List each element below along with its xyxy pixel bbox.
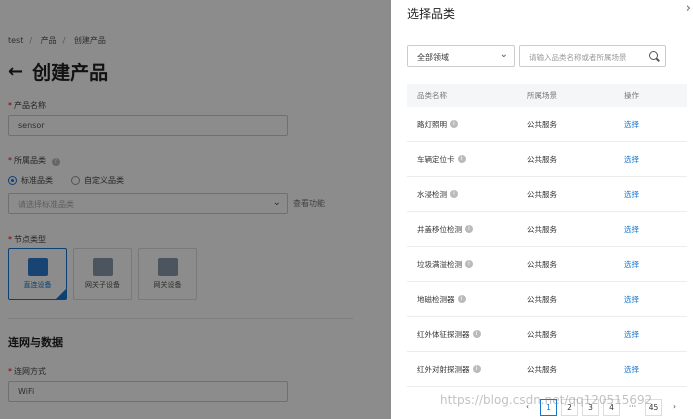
scene-cell: 公共服务 — [527, 329, 557, 339]
select-link[interactable]: 选择 — [624, 259, 684, 270]
table-header: 品类名称 所属场景 操作 — [407, 84, 687, 107]
scene-cell: 公共服务 — [527, 119, 557, 129]
table-row: 红外体征探测器 i 公共服务 选择 — [407, 317, 687, 352]
table-row: 路灯照明 i 公共服务 选择 — [407, 107, 687, 142]
column-header: 操作 — [624, 91, 639, 100]
table-row: 红外对射探测器 i 公共服务 选择 — [407, 352, 687, 387]
category-drawer: 选择品类 › 全部领域 ⌄ 请输入品类名称或者所属场景 品类名称 所属场景 操作 … — [391, 0, 693, 419]
table-row: 水浸检测 i 公共服务 选择 — [407, 177, 687, 212]
category-name: 井盖移位检测 — [417, 224, 462, 234]
modal-overlay[interactable] — [0, 0, 391, 419]
column-header: 所属场景 — [527, 91, 557, 100]
select-link[interactable]: 选择 — [624, 364, 684, 375]
table-row: 井盖移位检测 i 公共服务 选择 — [407, 212, 687, 247]
select-link[interactable]: 选择 — [624, 154, 684, 165]
scene-cell: 公共服务 — [527, 224, 557, 234]
select-link[interactable]: 选择 — [624, 294, 684, 305]
domain-select[interactable]: 全部领域 ⌄ — [407, 45, 515, 67]
category-name: 水浸检测 — [417, 189, 447, 199]
scene-cell: 公共服务 — [527, 259, 557, 269]
category-name-cell: 红外体征探测器 i — [407, 329, 527, 340]
info-icon[interactable]: i — [457, 295, 466, 303]
table-row: 地磁检测器 i 公共服务 选择 — [407, 282, 687, 317]
scene-cell: 公共服务 — [527, 189, 557, 199]
category-name: 车辆定位卡 — [417, 154, 455, 164]
info-icon[interactable]: i — [465, 260, 473, 268]
category-name: 红外对射探测器 — [417, 364, 470, 374]
category-name-cell: 红外对射探测器 i — [407, 364, 527, 375]
search-icon[interactable] — [649, 51, 658, 60]
category-name-cell: 井盖移位检测 i — [407, 224, 527, 235]
info-icon[interactable]: i — [472, 365, 481, 373]
category-table: 品类名称 所属场景 操作 路灯照明 i 公共服务 选择 车辆定位卡 i 公共服务 选择 水浸检测… — [407, 84, 687, 387]
select-link[interactable]: 选择 — [624, 119, 684, 130]
select-link[interactable]: 选择 — [624, 329, 684, 340]
select-link[interactable]: 选择 — [624, 189, 684, 200]
category-name-cell: 地磁检测器 i — [407, 294, 527, 305]
category-name: 地磁检测器 — [417, 294, 455, 304]
info-icon[interactable]: i — [465, 225, 473, 233]
info-icon[interactable]: i — [450, 120, 458, 128]
scene-cell: 公共服务 — [527, 364, 557, 374]
category-name-cell: 车辆定位卡 i — [407, 154, 527, 165]
close-icon[interactable]: › — [686, 1, 691, 16]
drawer-title: 选择品类 — [407, 7, 456, 21]
scene-cell: 公共服务 — [527, 154, 557, 164]
category-name-cell: 垃圾满溢检测 i — [407, 259, 527, 270]
scene-cell: 公共服务 — [527, 294, 557, 304]
column-header: 品类名称 — [417, 91, 447, 100]
next-page-icon[interactable]: › — [666, 399, 683, 416]
watermark: https://blog.csdn.net/qq120515692 — [440, 393, 653, 407]
info-icon[interactable]: i — [450, 190, 458, 198]
info-icon[interactable]: i — [457, 155, 466, 163]
select-link[interactable]: 选择 — [624, 224, 684, 235]
category-name-cell: 路灯照明 i — [407, 119, 527, 130]
category-name: 红外体征探测器 — [417, 329, 470, 339]
category-name-cell: 水浸检测 i — [407, 189, 527, 200]
category-name: 垃圾满溢检测 — [417, 259, 462, 269]
info-icon[interactable]: i — [472, 330, 481, 338]
chevron-down-icon: ⌄ — [499, 49, 508, 60]
search-input[interactable]: 请输入品类名称或者所属场景 — [519, 45, 666, 67]
category-name: 路灯照明 — [417, 119, 447, 129]
table-row: 车辆定位卡 i 公共服务 选择 — [407, 142, 687, 177]
table-row: 垃圾满溢检测 i 公共服务 选择 — [407, 247, 687, 282]
